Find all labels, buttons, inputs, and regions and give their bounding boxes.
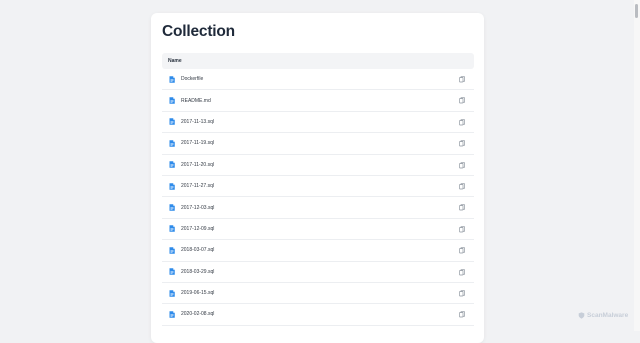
file-name[interactable]: 2017-11-27.sql <box>181 183 214 189</box>
page-title: Collection <box>162 23 235 40</box>
file-name[interactable]: 2017-12-03.sql <box>181 205 214 211</box>
file-icon <box>169 204 175 211</box>
file-icon <box>169 311 175 318</box>
copy-icon[interactable] <box>459 119 465 126</box>
file-icon <box>169 140 175 147</box>
file-icon <box>169 182 175 190</box>
copy-icon[interactable] <box>459 161 465 169</box>
file-name[interactable]: 2017-11-20.sql <box>181 162 214 168</box>
copy-icon[interactable] <box>459 140 465 147</box>
copy-icon[interactable] <box>459 311 465 318</box>
table-row[interactable]: 2017-12-09.sql <box>162 219 474 241</box>
file-icon <box>169 268 175 275</box>
table-row[interactable]: 2017-11-27.sql <box>162 176 474 198</box>
table-row[interactable]: Dockerfile <box>162 69 474 91</box>
table-row[interactable]: 2020-02-08.sql <box>162 304 474 326</box>
file-icon <box>169 225 175 233</box>
copy-icon[interactable] <box>459 204 465 211</box>
copy-icon[interactable] <box>459 226 465 233</box>
file-icon <box>169 161 175 168</box>
copy-icon[interactable] <box>459 290 465 297</box>
table-row[interactable]: 2017-11-13.sql <box>162 112 474 134</box>
file-name[interactable]: 2019-06-15.sql <box>181 290 214 296</box>
copy-icon[interactable] <box>459 97 465 104</box>
table-row[interactable]: 2018-03-29.sql <box>162 262 474 283</box>
table-row[interactable]: 2017-12-03.sql <box>162 197 474 219</box>
file-name[interactable]: README.md <box>181 98 211 104</box>
file-icon <box>169 118 175 126</box>
table-row[interactable]: 2017-11-20.sql <box>162 155 474 176</box>
file-table: Name Dockerfile README.md 2017-11-13.sql 20… <box>162 53 474 326</box>
column-header-name[interactable]: Name <box>168 58 182 64</box>
file-name[interactable]: 2017-12-09.sql <box>181 226 214 232</box>
watermark-text: ScanMalware <box>587 312 629 319</box>
copy-icon[interactable] <box>459 183 465 190</box>
file-name[interactable]: 2017-11-19.sql <box>181 140 214 146</box>
file-name[interactable]: 2018-03-07.sql <box>181 247 214 253</box>
file-name[interactable]: Dockerfile <box>181 76 203 82</box>
scrollbar[interactable] <box>634 0 640 331</box>
copy-icon[interactable] <box>459 268 465 276</box>
file-icon <box>169 247 175 254</box>
file-icon <box>169 289 175 297</box>
table-row[interactable]: 2019-06-15.sql <box>162 283 474 305</box>
file-icon <box>169 97 175 104</box>
table-header: Name <box>162 53 474 69</box>
table-row[interactable]: 2017-11-19.sql <box>162 133 474 155</box>
copy-icon[interactable] <box>459 247 465 254</box>
scrollbar-thumb[interactable] <box>635 4 638 18</box>
copy-icon[interactable] <box>459 76 465 83</box>
scanmalware-logo-icon <box>578 312 585 319</box>
table-row[interactable]: 2018-03-07.sql <box>162 240 474 262</box>
file-name[interactable]: 2018-03-29.sql <box>181 269 214 275</box>
table-body: Dockerfile README.md 2017-11-13.sql 2017-11… <box>162 69 474 326</box>
file-icon <box>169 75 175 83</box>
file-name[interactable]: 2017-11-13.sql <box>181 119 214 125</box>
file-name[interactable]: 2020-02-08.sql <box>181 311 214 317</box>
collection-card: Collection Name Dockerfile README.md 2017-… <box>151 13 484 343</box>
table-row[interactable]: README.md <box>162 90 474 112</box>
watermark: ScanMalware <box>578 312 628 319</box>
